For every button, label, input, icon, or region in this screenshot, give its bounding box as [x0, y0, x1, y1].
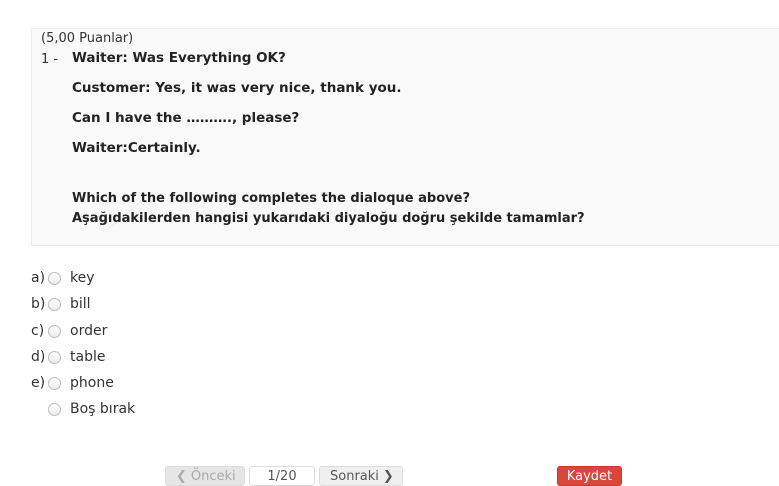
option-a[interactable]: a) key — [31, 268, 95, 288]
radio-button[interactable] — [48, 324, 61, 338]
question-line-4: Waiter:Certainly. — [72, 140, 201, 156]
option-label: order — [70, 323, 108, 339]
option-b[interactable]: b) bill — [31, 294, 91, 314]
next-label: Sonraki — [330, 468, 379, 484]
radio-button[interactable] — [48, 376, 61, 390]
option-label: Boş bırak — [70, 401, 136, 417]
question-prompt-tr: Aşağıdakilerden hangisi yukarıdaki diyal… — [72, 211, 585, 226]
option-label: bill — [70, 296, 91, 312]
option-label: phone — [70, 375, 114, 391]
option-e[interactable]: e) phone — [31, 373, 114, 393]
option-label: table — [70, 349, 106, 365]
save-button[interactable]: Kaydet — [557, 466, 622, 486]
option-letter: c) — [31, 323, 45, 339]
chevron-left-icon: ❮ — [176, 468, 187, 484]
option-letter: d) — [31, 349, 46, 365]
previous-label: Önceki — [190, 468, 236, 484]
page-indicator: 1/20 — [249, 466, 315, 486]
question-line-1: Waiter: Was Everything OK? — [72, 50, 286, 66]
question-prompt-en: Which of the following completes the dia… — [72, 191, 470, 206]
radio-button[interactable] — [48, 297, 61, 311]
option-letter: b) — [31, 296, 46, 312]
option-letter: e) — [31, 375, 46, 391]
radio-button[interactable] — [48, 350, 61, 364]
option-leave-blank[interactable]: Boş bırak — [31, 399, 135, 419]
question-line-3: Can I have the ………., please? — [72, 110, 300, 126]
previous-button[interactable]: ❮ Önceki — [165, 466, 245, 486]
option-d[interactable]: d) table — [31, 347, 105, 367]
chevron-right-icon: ❯ — [382, 468, 394, 484]
question-panel: (5,00 Puanlar) 1 - Waiter: Was Everythin… — [31, 28, 779, 276]
radio-button[interactable] — [48, 271, 61, 285]
option-letter: a) — [31, 270, 46, 286]
question-line-2: Customer: Yes, it was very nice, thank y… — [72, 80, 402, 96]
radio-button[interactable] — [48, 402, 61, 416]
option-label: key — [70, 270, 95, 286]
question-number: 1 - — [41, 52, 59, 67]
question-points: (5,00 Puanlar) — [41, 31, 134, 46]
option-c[interactable]: c) order — [31, 321, 107, 341]
next-button[interactable]: Sonraki ❯ — [319, 466, 403, 486]
